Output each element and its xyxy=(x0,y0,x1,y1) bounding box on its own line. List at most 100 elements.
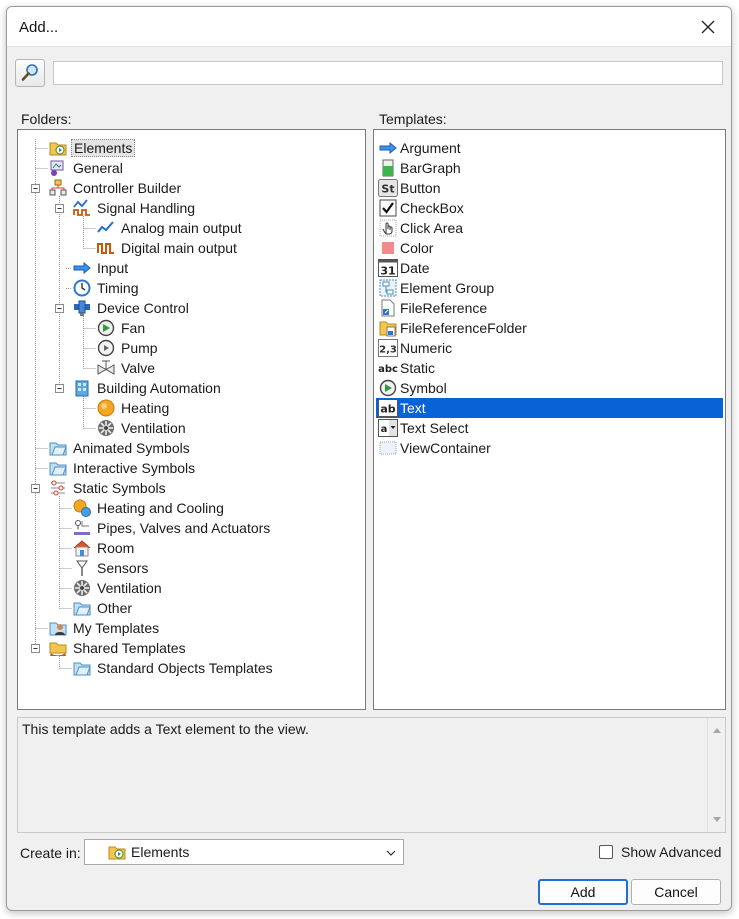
arrow-right-icon xyxy=(378,138,398,158)
calendar-icon: 31 xyxy=(378,258,398,278)
element-group-icon xyxy=(378,278,398,298)
tree-item-elements[interactable]: Elements xyxy=(48,138,136,158)
templates-label: Templates: xyxy=(379,111,447,127)
tree-item-static-symbols[interactable]: Static Symbols xyxy=(48,478,168,498)
tree-item-my-templates[interactable]: My Templates xyxy=(48,618,161,638)
template-item-filereference[interactable]: FileReference xyxy=(376,298,723,318)
tree-item-label: Fan xyxy=(121,320,146,336)
search-input[interactable] xyxy=(53,61,723,85)
bargraph-icon xyxy=(378,158,398,178)
template-item-argument[interactable]: Argument xyxy=(376,138,723,158)
tree-item-fan[interactable]: Fan xyxy=(96,318,147,338)
template-item-bargraph[interactable]: BarGraph xyxy=(376,158,723,178)
template-item-element-group[interactable]: Element Group xyxy=(376,278,723,298)
tree-item-label: Ventilation xyxy=(97,580,162,596)
tree-item-label: Interactive Symbols xyxy=(73,460,196,476)
checkbox-icon xyxy=(378,198,398,218)
template-label: Button xyxy=(400,180,441,196)
tree-item-standard-objects-templates[interactable]: Standard Objects Templates xyxy=(72,658,275,678)
scroll-up-icon[interactable] xyxy=(711,724,723,736)
tree-item-ventilation[interactable]: Ventilation xyxy=(96,418,188,438)
template-item-viewcontainer[interactable]: ViewContainer xyxy=(376,438,723,458)
svg-text:2,3: 2,3 xyxy=(379,345,397,356)
tree-item-general[interactable]: General xyxy=(48,158,125,178)
ventilation-icon xyxy=(96,418,116,438)
file-reference-icon xyxy=(378,298,398,318)
template-item-text-select[interactable]: a Text Select xyxy=(376,418,723,438)
file-reference-folder-icon xyxy=(378,318,398,338)
input-arrow-icon xyxy=(72,258,92,278)
close-button[interactable] xyxy=(685,7,731,47)
template-item-checkbox[interactable]: CheckBox xyxy=(376,198,723,218)
template-label: FileReferenceFolder xyxy=(400,320,527,336)
view-container-icon xyxy=(378,438,398,458)
tree-item-animated-symbols[interactable]: Animated Symbols xyxy=(48,438,192,458)
create-in-dropdown[interactable]: Elements xyxy=(84,839,404,865)
tree-item-digital-main-output[interactable]: Digital main output xyxy=(96,238,239,258)
template-label: Color xyxy=(400,240,434,256)
search-button[interactable] xyxy=(15,59,45,87)
tree-item-label: Pipes, Valves and Actuators xyxy=(97,520,271,536)
template-item-filereferencefolder[interactable]: FileReferenceFolder xyxy=(376,318,723,338)
tree-item-label: Building Automation xyxy=(97,380,221,396)
tree-item-timing[interactable]: Timing xyxy=(72,278,141,298)
folders-label: Folders: xyxy=(21,111,72,127)
template-item-click-area[interactable]: Click Area xyxy=(376,218,723,238)
tree-item-input[interactable]: Input xyxy=(72,258,130,278)
tree-item-label: Sensors xyxy=(97,560,149,576)
tree-item-controller-builder[interactable]: Controller Builder xyxy=(48,178,183,198)
svg-text:abc: abc xyxy=(378,364,398,375)
template-label: ViewContainer xyxy=(400,440,491,456)
tree-item-shared-templates[interactable]: Shared Templates xyxy=(48,638,188,658)
heating-cooling-icon xyxy=(72,498,92,518)
templates-list[interactable]: Argument BarGraph St Button CheckBox Cli… xyxy=(373,129,726,710)
tree-item-label: Standard Objects Templates xyxy=(97,660,273,676)
tree-item-signal-handling[interactable]: Signal Handling xyxy=(72,198,197,218)
show-advanced-checkbox[interactable]: Show Advanced xyxy=(599,844,721,860)
fan-play-icon xyxy=(96,318,116,338)
tree-item-pipes-valves-actuators[interactable]: Pipes, Valves and Actuators xyxy=(72,518,272,538)
template-item-text[interactable]: ab Text xyxy=(376,398,723,418)
tree-item-label: Device Control xyxy=(97,300,189,316)
template-label: Element Group xyxy=(400,280,495,296)
scroll-down-icon[interactable] xyxy=(711,814,723,826)
chevron-down-icon xyxy=(386,850,396,856)
template-item-button[interactable]: St Button xyxy=(376,178,723,198)
svg-text:31: 31 xyxy=(380,265,395,278)
tree-item-pump[interactable]: Pump xyxy=(96,338,160,358)
template-item-symbol[interactable]: Symbol xyxy=(376,378,723,398)
tree-item-room[interactable]: Room xyxy=(72,538,136,558)
tree-item-label: Timing xyxy=(97,280,139,296)
tree-item-valve[interactable]: Valve xyxy=(96,358,157,378)
tree-item-interactive-symbols[interactable]: Interactive Symbols xyxy=(48,458,197,478)
checkbox-box[interactable] xyxy=(599,845,613,859)
show-advanced-label: Show Advanced xyxy=(621,844,722,860)
template-label: Click Area xyxy=(400,220,464,236)
create-in-value: Elements xyxy=(131,844,190,860)
tree-item-analog-main-output[interactable]: Analog main output xyxy=(96,218,244,238)
folder-elements-icon xyxy=(48,138,68,158)
add-dialog: Add... Folders: Templates: Elements Gene… xyxy=(6,6,732,911)
tree-item-ventilation-static[interactable]: Ventilation xyxy=(72,578,164,598)
tree-item-label: Valve xyxy=(121,360,155,376)
tree-item-label: Elements xyxy=(71,139,136,157)
add-button[interactable]: Add xyxy=(538,879,628,905)
tree-item-building-automation[interactable]: Building Automation xyxy=(72,378,223,398)
tree-item-sensors[interactable]: Sensors xyxy=(72,558,150,578)
tree-item-label: Heating and Cooling xyxy=(97,500,224,516)
template-item-color[interactable]: Color xyxy=(376,238,723,258)
ventilation-icon xyxy=(72,578,92,598)
tree-item-label: General xyxy=(73,160,123,176)
my-templates-icon xyxy=(48,618,68,638)
tree-item-device-control[interactable]: Device Control xyxy=(72,298,191,318)
folders-tree[interactable]: Elements General Controller Builder Sign… xyxy=(17,129,366,710)
template-item-date[interactable]: 31 Date xyxy=(376,258,723,278)
title-bar: Add... xyxy=(7,7,731,47)
tree-item-heating-and-cooling[interactable]: Heating and Cooling xyxy=(72,498,226,518)
template-item-numeric[interactable]: 2,3 Numeric xyxy=(376,338,723,358)
template-item-static[interactable]: abc Static xyxy=(376,358,723,378)
tree-item-heating[interactable]: Heating xyxy=(96,398,171,418)
description-scrollbar[interactable] xyxy=(707,718,725,832)
cancel-button[interactable]: Cancel xyxy=(631,879,721,905)
tree-item-other[interactable]: Other xyxy=(72,598,134,618)
